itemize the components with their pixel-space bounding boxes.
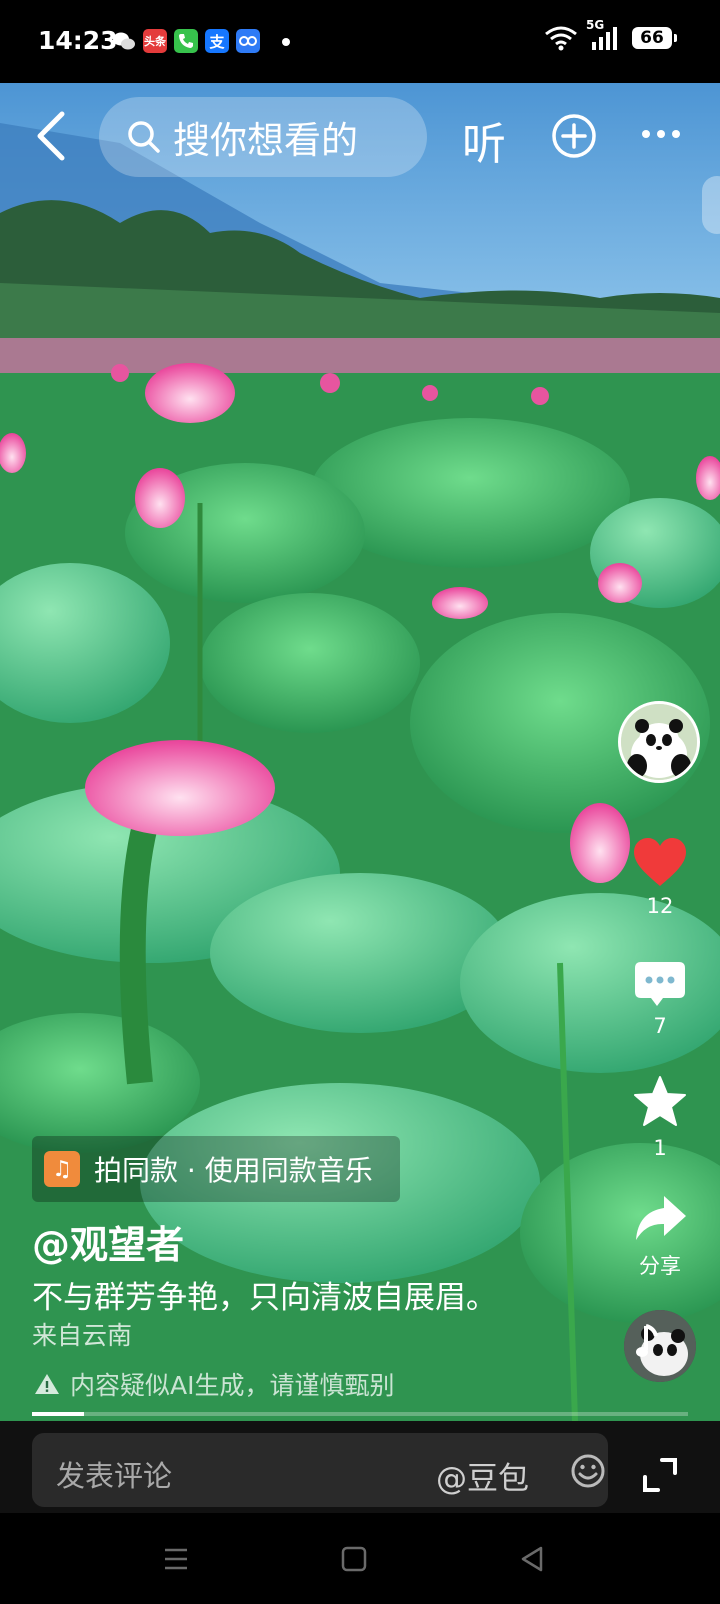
video-progress-bar[interactable] [32,1412,688,1416]
comment-placeholder: 发表评论 [56,1459,173,1493]
warning-icon [35,1374,59,1394]
post-caption: 不与群芳争艳，只向清波自展眉。 [32,1280,497,1316]
comment-bar: 发表评论 @豆包 [0,1421,720,1513]
like-count: 12 [646,894,674,918]
share-arrow-icon [636,1196,686,1240]
back-button[interactable] [32,110,72,162]
comment-action[interactable]: 7 [615,960,705,1038]
status-time: 14:23 [38,26,118,55]
status-right: 5G 66 [544,18,677,52]
music-disc-panda-image [624,1310,696,1382]
comment-input[interactable]: 发表评论 @豆包 [32,1433,608,1507]
mention-doubao-button[interactable]: @豆包 [436,1453,529,1498]
emoji-icon[interactable] [570,1453,606,1489]
notification-dot [282,38,290,46]
favorite-count: 1 [653,1136,667,1160]
ai-notice-text: 内容疑似AI生成，请谨慎甄别 [70,1371,395,1400]
music-disc[interactable] [624,1310,696,1382]
baidu-netdisk-icon [236,29,260,53]
home-nav-icon[interactable] [338,1543,370,1575]
ai-content-notice: 内容疑似AI生成，请谨慎甄别 [34,1366,394,1402]
use-same-music-button[interactable]: ♫ 拍同款 · 使用同款音乐 [32,1136,400,1202]
panda-avatar-image [621,704,697,780]
author-name[interactable]: @观望者 [32,1214,184,1269]
listen-button[interactable]: 听 [462,108,506,172]
side-panel-handle[interactable] [702,176,720,234]
author-avatar[interactable] [618,701,700,783]
status-bar: 14:23 头条 支 5G 66 [0,0,720,83]
alipay-icon: 支 [205,29,229,53]
video-progress-fill [32,1412,85,1416]
search-bar[interactable]: 搜你想看的 [99,97,427,177]
heart-icon [634,838,686,886]
like-action[interactable]: 12 [615,836,705,918]
music-label: 拍同款 · 使用同款音乐 [94,1154,373,1187]
wifi-icon [545,26,577,51]
comment-icon [635,962,685,1006]
share-label: 分享 [639,1254,681,1278]
more-options-icon[interactable] [640,128,682,140]
toutiao-icon: 头条 [143,29,167,53]
menu-nav-icon[interactable] [160,1543,192,1575]
add-button[interactable] [551,113,597,159]
post-location: 来自云南 [32,1321,133,1350]
back-nav-icon[interactable] [516,1543,548,1575]
search-icon [128,121,160,153]
system-navigation-bar [0,1513,720,1604]
star-icon [634,1076,686,1126]
comment-count: 7 [653,1014,667,1038]
cellular-signal-icon: 5G [586,18,624,52]
wechat-icon [112,29,136,53]
music-note-icon: ♫ [44,1151,80,1187]
search-placeholder: 搜你想看的 [173,119,358,162]
share-action[interactable]: 分享 [615,1192,705,1280]
favorite-action[interactable]: 1 [615,1074,705,1160]
fullscreen-expand-icon[interactable] [642,1457,678,1493]
phone-icon [174,29,198,53]
battery-indicator: 66 [632,27,677,49]
